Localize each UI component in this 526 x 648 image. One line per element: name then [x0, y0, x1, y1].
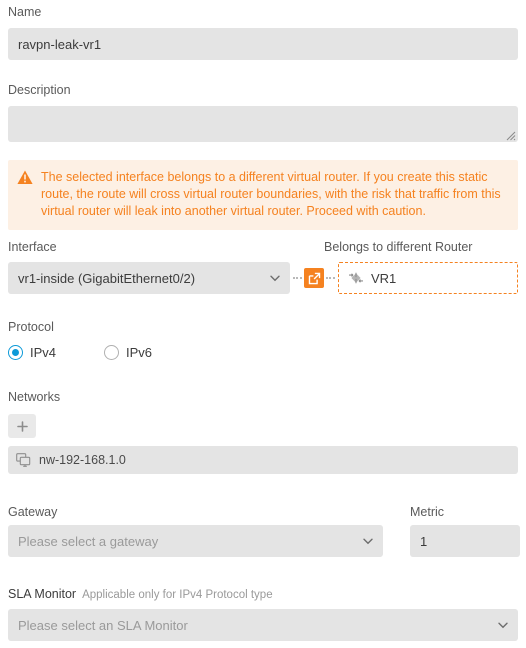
networks-label: Networks: [8, 390, 61, 404]
gateway-select[interactable]: Please select a gateway: [8, 525, 383, 557]
warning-triangle-icon: [17, 170, 33, 184]
chevron-down-icon: [498, 622, 508, 629]
sla-monitor-label: SLA Monitor: [8, 587, 77, 601]
metric-input[interactable]: 1: [410, 525, 520, 557]
resize-handle-icon[interactable]: [504, 129, 516, 141]
radio-unselected-icon: [104, 345, 120, 360]
gateway-metric-row: Gateway Please select a gateway Metric 1: [8, 504, 520, 557]
description-textarea[interactable]: [8, 106, 518, 142]
name-field-group: Name ravpn-leak-vr1: [8, 4, 518, 60]
network-list-item[interactable]: nw-192-168.1.0: [8, 446, 518, 474]
interface-link-connector: [290, 262, 338, 294]
protocol-radio-ipv6[interactable]: IPv6: [104, 345, 152, 360]
interface-label: Interface: [8, 240, 57, 254]
external-link-icon: [308, 272, 320, 284]
connector-line-left: [293, 277, 302, 279]
sla-monitor-hint: Applicable only for IPv4 Protocol type: [82, 589, 273, 601]
description-field-group: Description: [8, 82, 518, 142]
interface-select[interactable]: vr1-inside (GigabitEthernet0/2): [8, 262, 290, 294]
plus-icon: [16, 420, 28, 432]
sla-monitor-select-placeholder: Please select an SLA Monitor: [18, 617, 188, 633]
different-router-badge[interactable]: VR1: [338, 262, 518, 294]
protocol-radio-ipv4-label: IPv4: [30, 345, 57, 360]
different-router-label: Belongs to different Router: [324, 240, 473, 254]
interface-select-value: vr1-inside (GigabitEthernet0/2): [18, 270, 196, 286]
open-router-button[interactable]: [304, 268, 324, 288]
gateway-field-group: Gateway Please select a gateway: [8, 504, 383, 557]
metric-field-group: Metric 1: [410, 504, 520, 557]
protocol-field-group: Protocol IPv4 IPv6: [8, 319, 308, 360]
protocol-label: Protocol: [8, 320, 54, 334]
radio-selected-icon: [8, 345, 23, 360]
name-input-value: ravpn-leak-vr1: [18, 36, 102, 52]
router-icon: [349, 272, 363, 284]
chevron-down-icon: [363, 538, 373, 545]
name-input[interactable]: ravpn-leak-vr1: [8, 28, 518, 60]
network-object-icon: [16, 453, 31, 467]
gateway-select-placeholder: Please select a gateway: [18, 533, 159, 549]
metric-label: Metric: [410, 505, 445, 519]
static-route-form: Name ravpn-leak-vr1 Description The sele…: [0, 0, 526, 648]
interface-field-group: Interface Belongs to different Router vr…: [8, 239, 518, 294]
metric-input-value: 1: [420, 533, 428, 549]
different-router-value: VR1: [371, 270, 397, 286]
sla-monitor-field-group: SLA Monitor Applicable only for IPv4 Pro…: [8, 587, 518, 641]
sla-monitor-select[interactable]: Please select an SLA Monitor: [8, 609, 518, 641]
networks-field-group: Networks nw-192-168.1.0: [8, 389, 518, 474]
description-label: Description: [8, 83, 71, 97]
connector-line-right: [326, 277, 335, 279]
protocol-radio-ipv6-label: IPv6: [126, 345, 153, 360]
add-network-button[interactable]: [8, 414, 36, 438]
network-list-item-label: nw-192-168.1.0: [39, 453, 126, 467]
name-label: Name: [8, 5, 42, 19]
protocol-radio-ipv4[interactable]: IPv4: [8, 345, 56, 360]
warning-message: The selected interface belongs to a diff…: [41, 170, 501, 218]
chevron-down-icon: [270, 275, 280, 282]
gateway-label: Gateway: [8, 505, 58, 519]
virtual-router-warning-banner: The selected interface belongs to a diff…: [8, 160, 518, 230]
